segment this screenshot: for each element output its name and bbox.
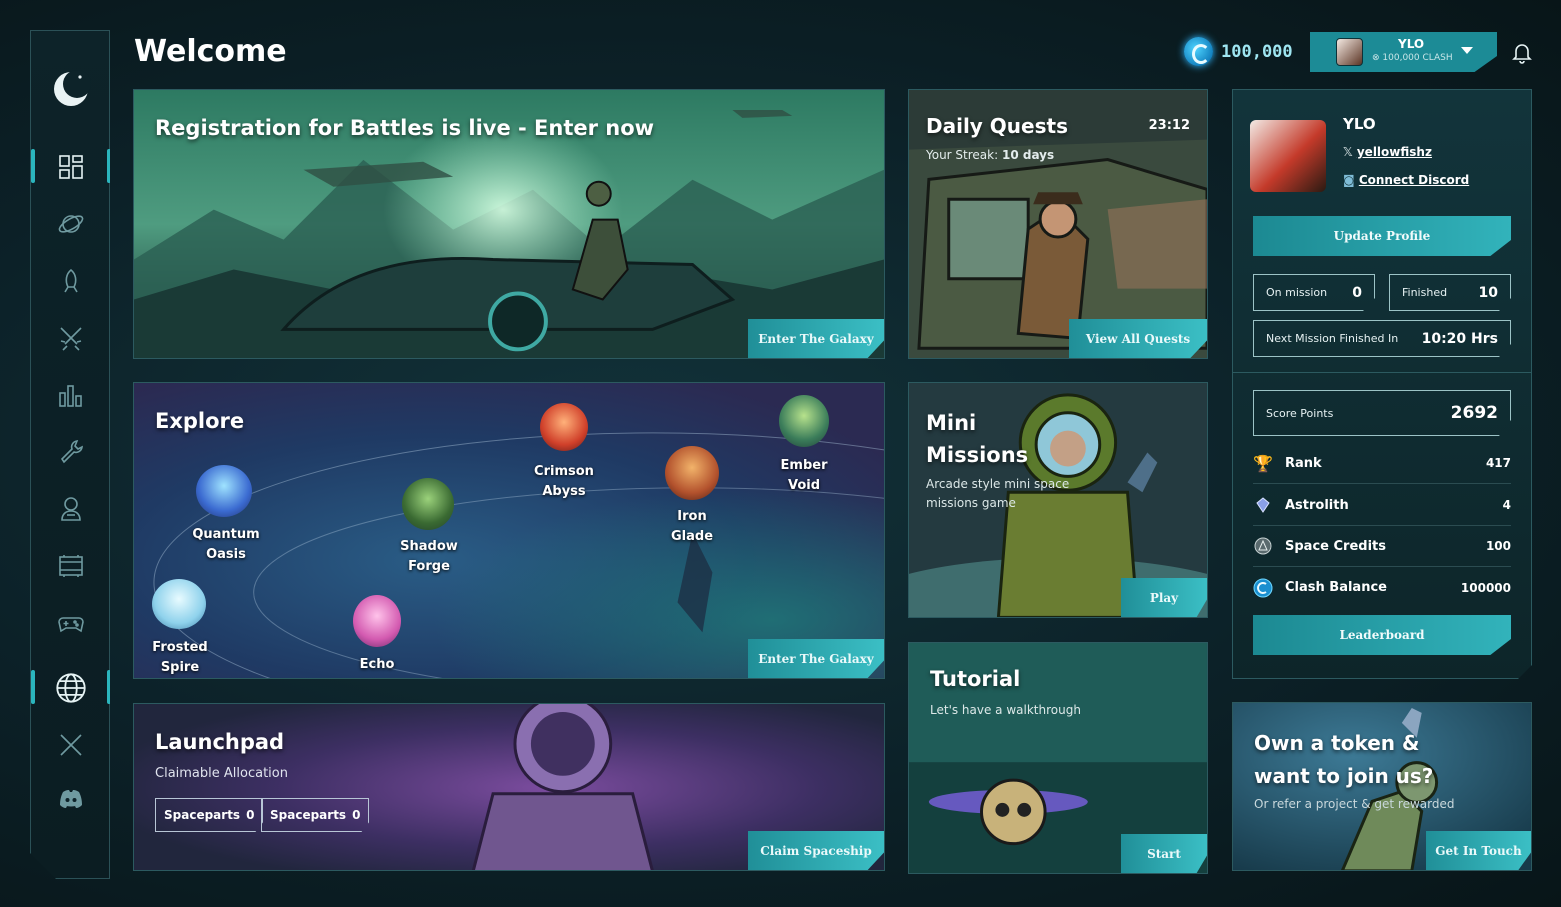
planet-shadow-forge-icon[interactable]	[402, 478, 454, 530]
explore-enter-galaxy-button[interactable]: Enter The Galaxy	[748, 639, 884, 678]
board-icon	[57, 552, 85, 580]
sidebar-item-rocket[interactable]	[43, 261, 99, 301]
planet-ember-void-icon[interactable]	[779, 395, 829, 447]
astronaut-icon	[57, 495, 85, 523]
tutorial-title: Tutorial	[930, 667, 1021, 691]
sidebar-item-x[interactable]	[43, 725, 99, 765]
planet-label-frosted-spire[interactable]: Frosted Spire	[140, 638, 220, 678]
launchpad-title: Launchpad	[155, 730, 285, 754]
streak: Your Streak: 10 days	[926, 148, 1055, 162]
explore-card: Explore Quantum Oasis Shadow Forge Crimson…	[133, 382, 885, 679]
battles-banner: Registration for Battles is live - Enter…	[133, 89, 885, 359]
planet-frosted-spire-icon[interactable]	[152, 579, 206, 629]
planet-label-echo[interactable]: Echo	[337, 655, 417, 675]
crossed-swords-icon	[57, 324, 85, 352]
launchpad-subtitle: Claimable Allocation	[155, 766, 288, 781]
daily-quests-card: Daily Quests 23:12 Your Streak: 10 days …	[908, 89, 1208, 359]
sidebar	[30, 30, 110, 879]
claim-spaceship-button[interactable]: Claim Spaceship	[748, 831, 884, 870]
planet-echo-icon[interactable]	[353, 595, 401, 647]
astrolith-row: Astrolith 4	[1253, 485, 1511, 526]
profile-avatar[interactable]	[1250, 120, 1326, 192]
planet-label-shadow-forge[interactable]: Shadow Forge	[389, 537, 469, 577]
avatar[interactable]	[1336, 38, 1363, 66]
own-token-card: Own a token & want to join us? Or refer a…	[1232, 702, 1532, 871]
sidebar-item-astronaut[interactable]	[43, 489, 99, 529]
spaceparts-tag-1: Spaceparts 0	[155, 798, 263, 832]
moon-logo-icon[interactable]	[51, 69, 91, 109]
next-mission-stat: Next Mission Finished In 10:20 Hrs	[1253, 320, 1511, 357]
sidebar-item-stats[interactable]	[43, 375, 99, 415]
view-all-quests-button[interactable]: View All Quests	[1069, 319, 1207, 358]
twitter-link[interactable]: 𝕏 yellowfishz	[1343, 145, 1432, 159]
rank-row: 🏆 Rank 417	[1253, 443, 1511, 484]
mini-missions-card: Mini Missions Arcade style mini space miss…	[908, 382, 1208, 618]
planet-crimson-abyss-icon[interactable]	[540, 403, 588, 451]
rocket-icon	[57, 267, 85, 295]
x-icon: 𝕏	[1343, 145, 1357, 159]
explore-title: Explore	[155, 409, 245, 433]
mini-missions-title: Mini Missions	[926, 411, 1029, 467]
divider	[1233, 372, 1533, 373]
get-in-touch-button[interactable]: Get In Touch	[1426, 831, 1531, 870]
tutorial-subtitle: Let's have a walkthrough	[930, 703, 1081, 717]
sidebar-item-board[interactable]	[43, 546, 99, 586]
finished-stat: Finished 10	[1389, 274, 1511, 311]
discord-icon	[57, 785, 85, 813]
credits-coin-icon	[1253, 536, 1273, 556]
clash-coin-icon	[1184, 37, 1213, 66]
start-button[interactable]: Start	[1121, 834, 1207, 873]
crystal-icon	[1253, 495, 1273, 515]
token-title: Own a token & want to join us?	[1254, 731, 1434, 788]
planet-label-ember-void[interactable]: Ember Void	[764, 456, 844, 496]
mini-missions-desc: Arcade style mini space missions game	[926, 477, 1070, 510]
globe-icon	[55, 672, 87, 704]
quest-timer: 23:12	[1148, 118, 1190, 133]
spaceparts-tag-2: Spaceparts 0	[261, 798, 369, 832]
profile-card: YLO 𝕏 yellowfishz ◙ Connect Discord Upda…	[1232, 89, 1532, 679]
update-profile-button[interactable]: Update Profile	[1253, 216, 1511, 256]
on-mission-stat: On mission 0	[1253, 274, 1375, 311]
clash-coin-icon	[1253, 578, 1273, 598]
play-button[interactable]: Play	[1121, 578, 1207, 617]
discord-icon: ◙	[1343, 173, 1359, 187]
tutorial-card: Tutorial Let's have a walkthrough Start	[908, 642, 1208, 874]
launchpad-card: Launchpad Claimable Allocation Spacepart…	[133, 703, 885, 871]
daily-quests-title: Daily Quests	[926, 114, 1068, 138]
bar-chart-icon	[57, 381, 85, 409]
planet-icon	[57, 210, 85, 238]
planet-quantum-oasis-icon[interactable]	[196, 465, 252, 517]
user-balance-sub: ⊗ 100,000 CLASH	[1372, 53, 1453, 63]
sidebar-item-planet[interactable]	[43, 204, 99, 244]
banner-title: Registration for Battles is live - Enter…	[155, 116, 655, 140]
planet-label-iron-glade[interactable]: Iron Glade	[652, 507, 732, 547]
sidebar-item-games[interactable]	[43, 603, 99, 643]
sidebar-item-dashboard[interactable]	[43, 147, 99, 187]
planet-iron-glade-icon[interactable]	[665, 446, 719, 500]
sidebar-item-discord[interactable]	[43, 779, 99, 819]
sidebar-item-tools[interactable]	[43, 432, 99, 472]
user-name[interactable]: YLO	[1398, 37, 1424, 51]
token-subtitle: Or refer a project & get rewarded	[1254, 797, 1455, 811]
planet-label-crimson-abyss[interactable]: Crimson Abyss	[524, 462, 604, 502]
space-credits-row: Space Credits 100	[1253, 526, 1511, 567]
leaderboard-button[interactable]: Leaderboard	[1253, 615, 1511, 655]
enter-galaxy-button[interactable]: Enter The Galaxy	[748, 319, 884, 358]
profile-name: YLO	[1343, 115, 1376, 133]
connect-discord-link[interactable]: ◙ Connect Discord	[1343, 173, 1469, 187]
sidebar-item-battles[interactable]	[43, 318, 99, 358]
bell-icon[interactable]	[1510, 40, 1534, 64]
sidebar-item-globe[interactable]	[43, 668, 99, 708]
score-points-stat: Score Points 2692	[1253, 390, 1511, 436]
trophy-icon: 🏆	[1253, 453, 1273, 473]
page-title: Welcome	[134, 34, 287, 69]
clash-balance: 100,000	[1221, 42, 1293, 62]
clash-balance-row: Clash Balance 100000	[1253, 567, 1511, 608]
planet-label-quantum-oasis[interactable]: Quantum Oasis	[186, 525, 266, 565]
dashboard-icon	[57, 153, 85, 181]
x-social-icon	[57, 731, 85, 759]
gamepad-icon	[57, 609, 85, 637]
wrench-icon	[57, 438, 85, 466]
chevron-down-icon[interactable]	[1461, 47, 1473, 54]
